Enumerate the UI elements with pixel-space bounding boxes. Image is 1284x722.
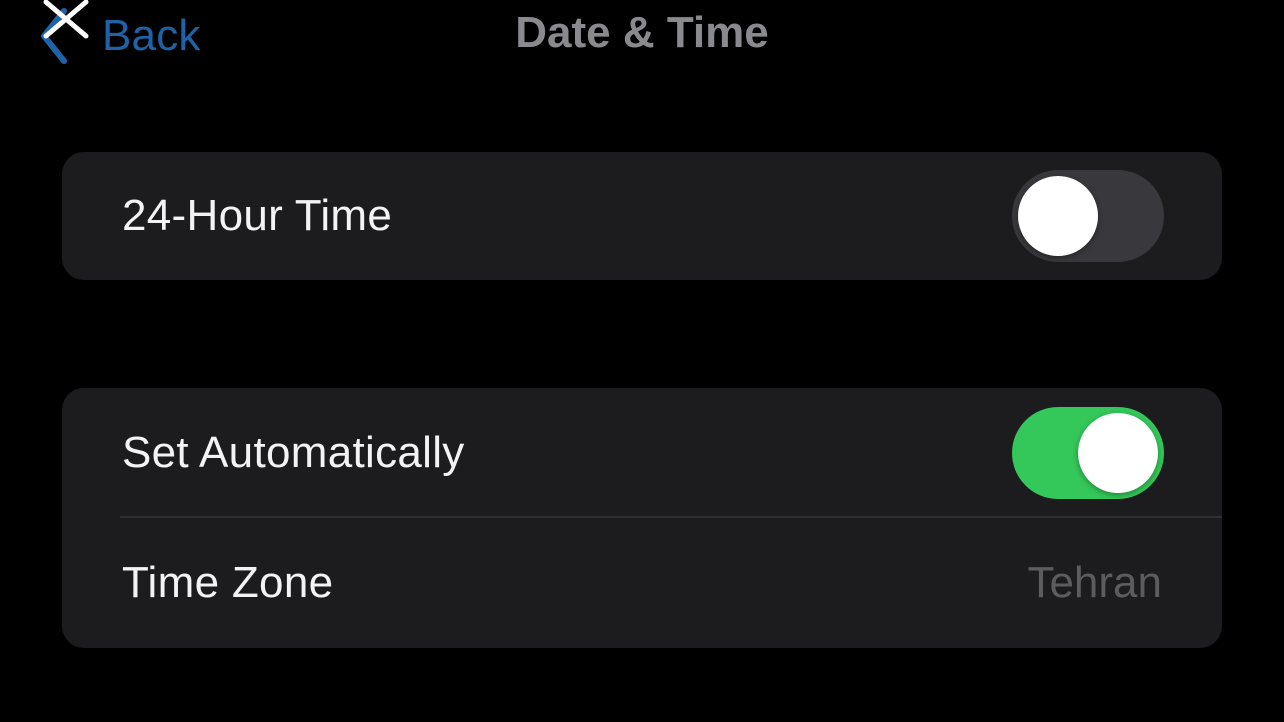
toggle-24-hour-time[interactable] [1012, 170, 1164, 262]
time-zone-value: Tehran [1027, 558, 1162, 607]
toggle-set-automatically[interactable] [1012, 407, 1164, 499]
toggle-knob [1018, 176, 1098, 256]
page-title: Date & Time [515, 8, 769, 57]
toggle-knob [1078, 413, 1158, 493]
row-label-set-automatically: Set Automatically [122, 428, 465, 477]
settings-group-format: 24-Hour Time [62, 152, 1222, 280]
settings-screen: Back Date & Time 24-Hour Time Set Automa… [0, 0, 1284, 722]
row-time-zone[interactable]: Time Zone Tehran [62, 518, 1222, 648]
settings-group-timezone: Set Automatically Time Zone Tehran [62, 388, 1222, 648]
navigation-bar: Back Date & Time [0, 0, 1284, 80]
row-set-automatically: Set Automatically [62, 388, 1222, 518]
row-24-hour-time: 24-Hour Time [62, 152, 1222, 280]
row-label-24-hour-time: 24-Hour Time [122, 191, 393, 240]
row-label-time-zone: Time Zone [122, 558, 334, 607]
